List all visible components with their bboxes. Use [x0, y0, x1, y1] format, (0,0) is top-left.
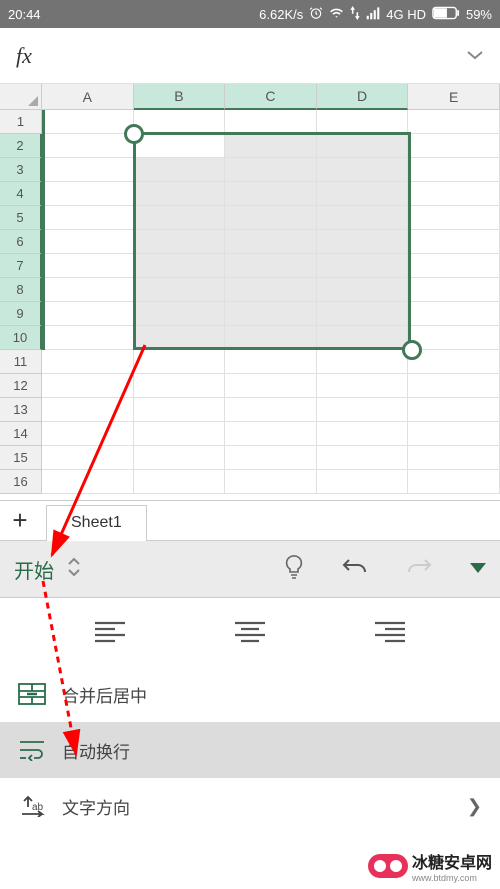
- status-time: 20:44: [8, 7, 41, 22]
- ribbon-tab-label[interactable]: 开始: [14, 555, 54, 584]
- sheet-tab-1[interactable]: Sheet1: [46, 505, 147, 541]
- align-center-button[interactable]: [228, 614, 272, 650]
- signal-icon: [366, 6, 380, 23]
- row-header[interactable]: 6: [0, 230, 42, 254]
- text-direction-row[interactable]: ab 文字方向 ❯: [0, 778, 500, 834]
- col-header-b[interactable]: B: [134, 84, 226, 110]
- collapse-ribbon-icon[interactable]: [470, 560, 486, 578]
- alarm-icon: [309, 6, 323, 23]
- merge-center-icon: [18, 682, 46, 706]
- alignment-row: [0, 598, 500, 666]
- col-header-e[interactable]: E: [408, 84, 500, 110]
- row-header[interactable]: 5: [0, 206, 42, 230]
- lightbulb-icon[interactable]: [284, 554, 304, 585]
- data-sync-icon: [350, 6, 360, 23]
- row-header[interactable]: 11: [0, 350, 42, 374]
- row-header[interactable]: 9: [0, 302, 42, 326]
- formula-bar[interactable]: fx: [0, 28, 500, 84]
- row-header[interactable]: 16: [0, 470, 42, 494]
- cells-area[interactable]: [42, 110, 500, 500]
- row-header[interactable]: 4: [0, 182, 42, 206]
- fx-label: fx: [16, 43, 32, 69]
- selection-handle-top-left[interactable]: [124, 124, 144, 144]
- wrap-text-icon: [18, 738, 46, 762]
- undo-icon[interactable]: [342, 556, 368, 583]
- watermark-text: 冰糖安卓网: [412, 849, 492, 873]
- selection-handle-bottom-right[interactable]: [402, 340, 422, 360]
- row-header[interactable]: 13: [0, 398, 42, 422]
- watermark-icon: [368, 854, 408, 878]
- row-header[interactable]: 3: [0, 158, 42, 182]
- row-header[interactable]: 14: [0, 422, 42, 446]
- row-header[interactable]: 8: [0, 278, 42, 302]
- ribbon-switch-icon[interactable]: [66, 556, 82, 583]
- row-header[interactable]: 10: [0, 326, 42, 350]
- status-speed: 6.62K/s: [259, 7, 303, 22]
- row-header[interactable]: 12: [0, 374, 42, 398]
- add-sheet-button[interactable]: +: [0, 501, 40, 541]
- row-header[interactable]: 7: [0, 254, 42, 278]
- col-header-a[interactable]: A: [42, 84, 134, 110]
- battery-pct: 59%: [466, 7, 492, 22]
- battery-icon: [432, 6, 460, 23]
- merge-center-label: 合并后居中: [62, 682, 147, 707]
- col-header-c[interactable]: C: [225, 84, 317, 110]
- row-header[interactable]: 15: [0, 446, 42, 470]
- row-header[interactable]: 2: [0, 134, 42, 158]
- ribbon-bar: 开始: [0, 540, 500, 598]
- formula-expand-icon[interactable]: [466, 47, 484, 65]
- network-label: 4G HD: [386, 7, 426, 22]
- merge-center-row[interactable]: 合并后居中: [0, 666, 500, 722]
- watermark: 冰糖安卓网 www.btdmy.com: [368, 849, 492, 883]
- sheet-tabs: + Sheet1: [0, 500, 500, 540]
- row-header[interactable]: 1: [0, 110, 42, 134]
- wrap-text-label: 自动换行: [62, 738, 130, 763]
- align-left-button[interactable]: [88, 614, 132, 650]
- spreadsheet-grid[interactable]: A B C D E 1 2 3 4 5 6 7 8 9 10 11 12 13 …: [0, 84, 500, 500]
- status-bar: 20:44 6.62K/s 4G HD 59%: [0, 0, 500, 28]
- column-headers: A B C D E: [42, 84, 500, 110]
- col-header-d[interactable]: D: [317, 84, 409, 110]
- watermark-url: www.btdmy.com: [412, 873, 492, 883]
- redo-icon[interactable]: [406, 556, 432, 583]
- text-direction-icon: ab: [18, 794, 46, 818]
- text-direction-label: 文字方向: [62, 794, 130, 819]
- row-headers: 1 2 3 4 5 6 7 8 9 10 11 12 13 14 15 16: [0, 110, 42, 494]
- selection-left-edge: [42, 110, 45, 350]
- chevron-right-icon: ❯: [467, 796, 482, 817]
- wifi-icon: [329, 6, 344, 23]
- wrap-text-row[interactable]: 自动换行: [0, 722, 500, 778]
- select-all-corner[interactable]: [0, 84, 42, 110]
- align-right-button[interactable]: [368, 614, 412, 650]
